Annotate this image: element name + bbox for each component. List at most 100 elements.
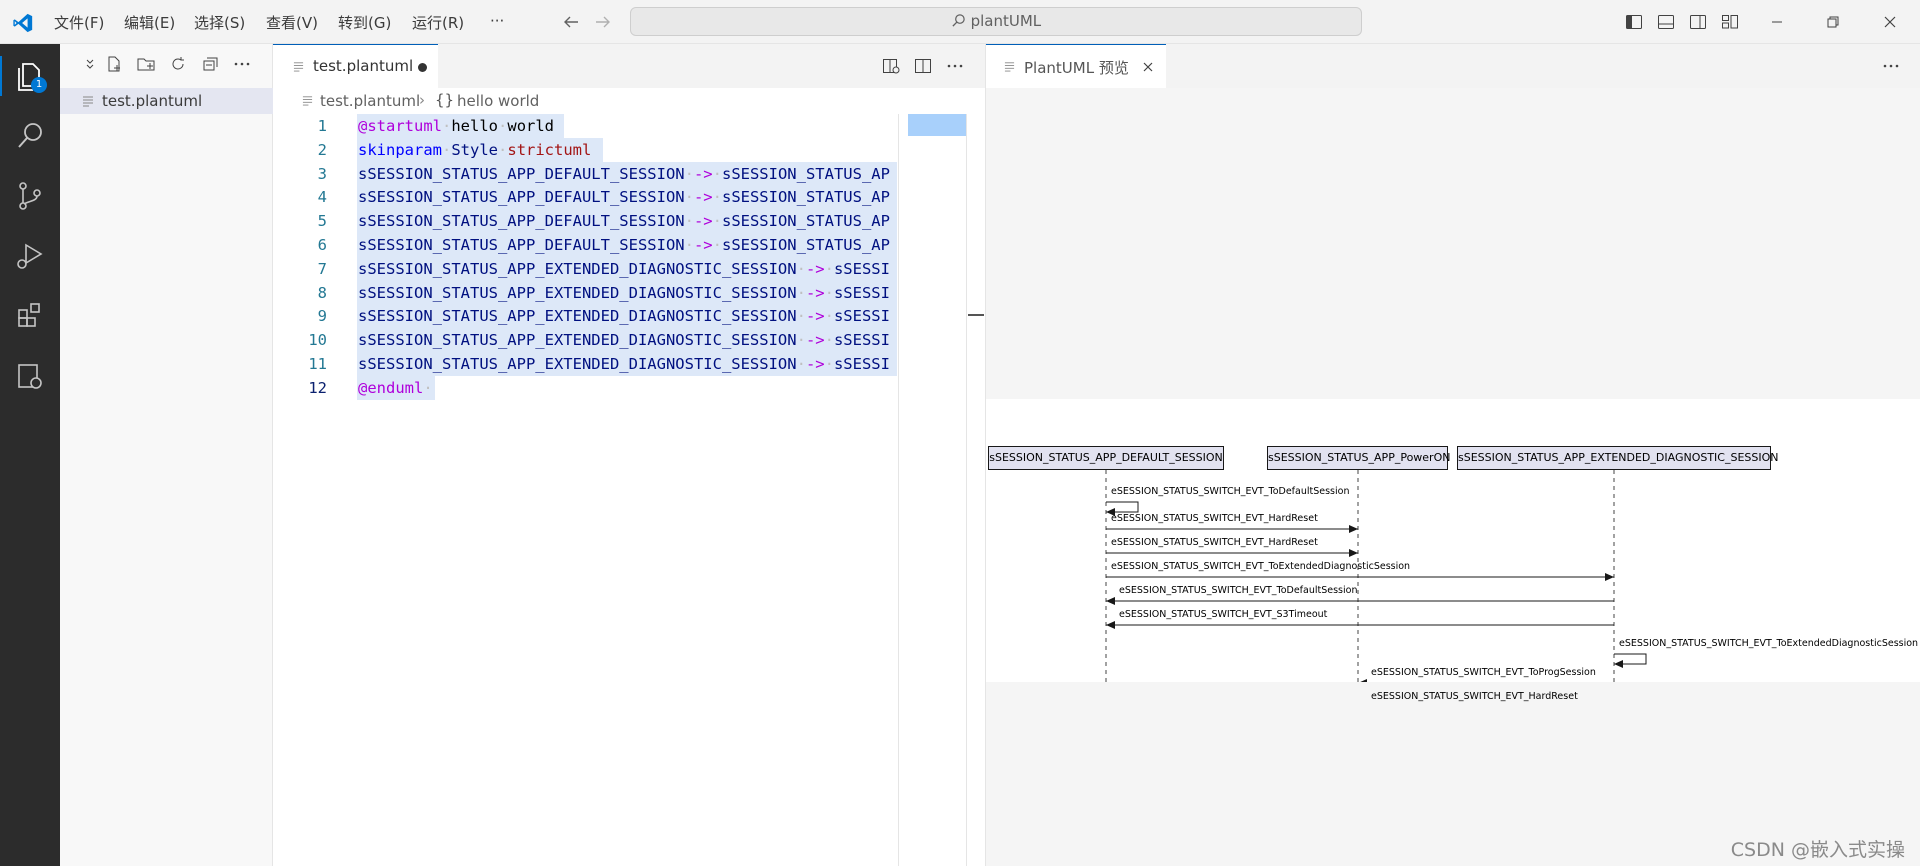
code-line[interactable]: skinparam·Style·strictuml	[358, 138, 591, 162]
code-token: ->	[693, 212, 713, 231]
plantuml-preview-pane: PlantUML 预览 sSESSION_STATUS_APP_DEFAULT_…	[985, 44, 1920, 866]
explorer-file-item[interactable]: test.plantuml	[60, 88, 273, 114]
code-token: ->	[805, 283, 825, 302]
code-token: @startuml	[358, 117, 442, 135]
minimize-window-icon[interactable]	[1767, 12, 1787, 32]
command-center-search[interactable]: plantUML	[630, 7, 1362, 36]
minimap-slider[interactable]	[908, 114, 966, 136]
refresh-icon[interactable]	[168, 54, 188, 74]
code-line[interactable]: sSESSION_STATUS_APP_DEFAULT_SESSION·->·s…	[358, 185, 890, 209]
code-token: ·	[498, 140, 508, 159]
more-actions-icon[interactable]	[945, 56, 965, 76]
breadcrumb-file[interactable]: test.plantuml	[320, 92, 420, 110]
restore-window-icon[interactable]	[1823, 12, 1843, 32]
activity-bar: 1	[0, 44, 60, 866]
remote-explorer-icon[interactable]	[10, 356, 50, 396]
code-token: ·	[824, 259, 834, 278]
code-line[interactable]: sSESSION_STATUS_APP_EXTENDED_DIAGNOSTIC_…	[358, 281, 890, 305]
code-token: ·	[498, 117, 508, 135]
explorer-sidebar: test.plantuml	[60, 44, 273, 866]
code-token: strictuml	[507, 140, 592, 159]
message-label: eSESSION_STATUS_SWITCH_EVT_S3Timeout	[1119, 609, 1328, 620]
code-token: sSESSI	[833, 331, 890, 350]
code-token: ·	[824, 307, 834, 326]
code-line[interactable]: sSESSION_STATUS_APP_EXTENDED_DIAGNOSTIC_…	[358, 352, 890, 376]
message-label: eSESSION_STATUS_SWITCH_EVT_ToDefaultSess…	[1119, 585, 1358, 596]
code-line[interactable]: sSESSION_STATUS_APP_DEFAULT_SESSION·->·s…	[358, 162, 890, 186]
code-token: ·	[684, 212, 694, 231]
participant-box: sSESSION_STATUS_APP_EXTENDED_DIAGNOSTIC_…	[1457, 446, 1779, 470]
vertical-scrollbar[interactable]	[966, 114, 985, 866]
code-token: sSESSION_STATUS_APP_EXTENDED_DIAGNOSTIC_…	[358, 307, 797, 326]
scroll-position-marker	[968, 314, 984, 316]
breadcrumb-separator-icon: ›	[419, 91, 425, 109]
search-icon[interactable]	[10, 116, 50, 156]
message-label: eSESSION_STATUS_SWITCH_EVT_HardReset	[1111, 513, 1318, 524]
watermark: CSDN @嵌入式实操	[1730, 839, 1905, 861]
code-token: ·	[684, 164, 694, 183]
code-token: sSESSION_STATUS_APP_DEFAULT_SESSION	[358, 188, 685, 207]
participant-box: sSESSION_STATUS_APP_PowerON	[1267, 446, 1450, 470]
search-text: plantUML	[970, 12, 1042, 30]
minimap[interactable]	[898, 114, 966, 866]
message-label: eSESSION_STATUS_SWITCH_EVT_HardReset	[1371, 691, 1578, 702]
code-token: ·	[712, 236, 722, 254]
breadcrumb: test.plantuml › {} hello world	[273, 88, 985, 114]
close-window-icon[interactable]	[1880, 12, 1900, 32]
code-line[interactable]: sSESSION_STATUS_APP_DEFAULT_SESSION·->·s…	[358, 233, 890, 257]
new-file-icon[interactable]	[104, 54, 124, 74]
menu-item[interactable]: 选择(S)	[194, 12, 245, 33]
preview-tab-bar: PlantUML 预览	[986, 44, 1920, 88]
source-control-icon[interactable]	[10, 176, 50, 216]
extensions-icon[interactable]	[10, 296, 50, 336]
collapse-all-icon[interactable]	[200, 54, 220, 74]
forward-arrow-icon[interactable]	[594, 14, 612, 30]
close-icon[interactable]	[1142, 61, 1154, 73]
code-token: ·	[684, 188, 694, 207]
code-token: skinparam	[358, 140, 442, 159]
menu-item[interactable]: 编辑(E)	[124, 12, 175, 33]
message-arrow	[1106, 597, 1614, 605]
collapse-chevrons-icon[interactable]	[80, 54, 100, 74]
toggle-secondary-sidebar-icon[interactable]	[1688, 12, 1708, 32]
code-token: @enduml	[358, 378, 424, 397]
editor-tab-bar: test.plantuml	[273, 44, 985, 88]
code-line[interactable]: sSESSION_STATUS_APP_EXTENDED_DIAGNOSTIC_…	[358, 304, 890, 328]
code-token: ·	[712, 212, 722, 231]
run-debug-icon[interactable]	[10, 236, 50, 276]
menu-item[interactable]: 转到(G)	[338, 12, 391, 33]
menu-item[interactable]: 运行(R)	[412, 12, 464, 33]
code-token: ·	[712, 164, 722, 183]
code-token: sSESSION_STATUS_AP	[721, 164, 890, 183]
more-actions-icon[interactable]	[1881, 56, 1901, 76]
message-label: eSESSION_STATUS_SWITCH_EVT_ToExtendedDia…	[1111, 561, 1411, 572]
customize-layout-icon[interactable]	[1720, 12, 1740, 32]
tab-plantuml-preview[interactable]: PlantUML 预览	[986, 44, 1166, 88]
more-actions-icon[interactable]	[232, 54, 252, 74]
code-line[interactable]: @startuml·hello·world	[358, 114, 554, 138]
menu-item[interactable]: ···	[490, 12, 504, 30]
code-token: ·	[796, 259, 806, 278]
code-line[interactable]: @enduml·	[358, 376, 433, 400]
back-arrow-icon[interactable]	[562, 14, 580, 30]
code-token: ->	[693, 236, 713, 254]
unsaved-dot-icon[interactable]	[418, 63, 427, 72]
tab-test-plantuml[interactable]: test.plantuml	[273, 44, 438, 88]
code-line[interactable]: sSESSION_STATUS_APP_DEFAULT_SESSION·->·s…	[358, 209, 890, 233]
file-lines-icon	[302, 96, 313, 106]
menu-item[interactable]: 查看(V)	[266, 12, 318, 33]
message-arrow	[1614, 653, 1647, 668]
code-line[interactable]: sSESSION_STATUS_APP_EXTENDED_DIAGNOSTIC_…	[358, 328, 890, 352]
code-line[interactable]: sSESSION_STATUS_APP_EXTENDED_DIAGNOSTIC_…	[358, 257, 890, 281]
code-token: sSESSION_STATUS_AP	[721, 212, 890, 231]
menu-item[interactable]: 文件(F)	[54, 12, 104, 33]
code-token: sSESSI	[833, 307, 890, 326]
breadcrumb-symbol[interactable]: hello world	[457, 92, 539, 110]
toggle-primary-sidebar-icon[interactable]	[1624, 12, 1644, 32]
open-preview-icon[interactable]	[881, 56, 901, 76]
new-folder-icon[interactable]	[136, 54, 156, 74]
split-editor-icon[interactable]	[913, 56, 933, 76]
code-token: ·	[712, 188, 722, 207]
toggle-panel-icon[interactable]	[1656, 12, 1676, 32]
message-label: eSESSION_STATUS_SWITCH_EVT_ToExtendedDia…	[1619, 638, 1919, 649]
